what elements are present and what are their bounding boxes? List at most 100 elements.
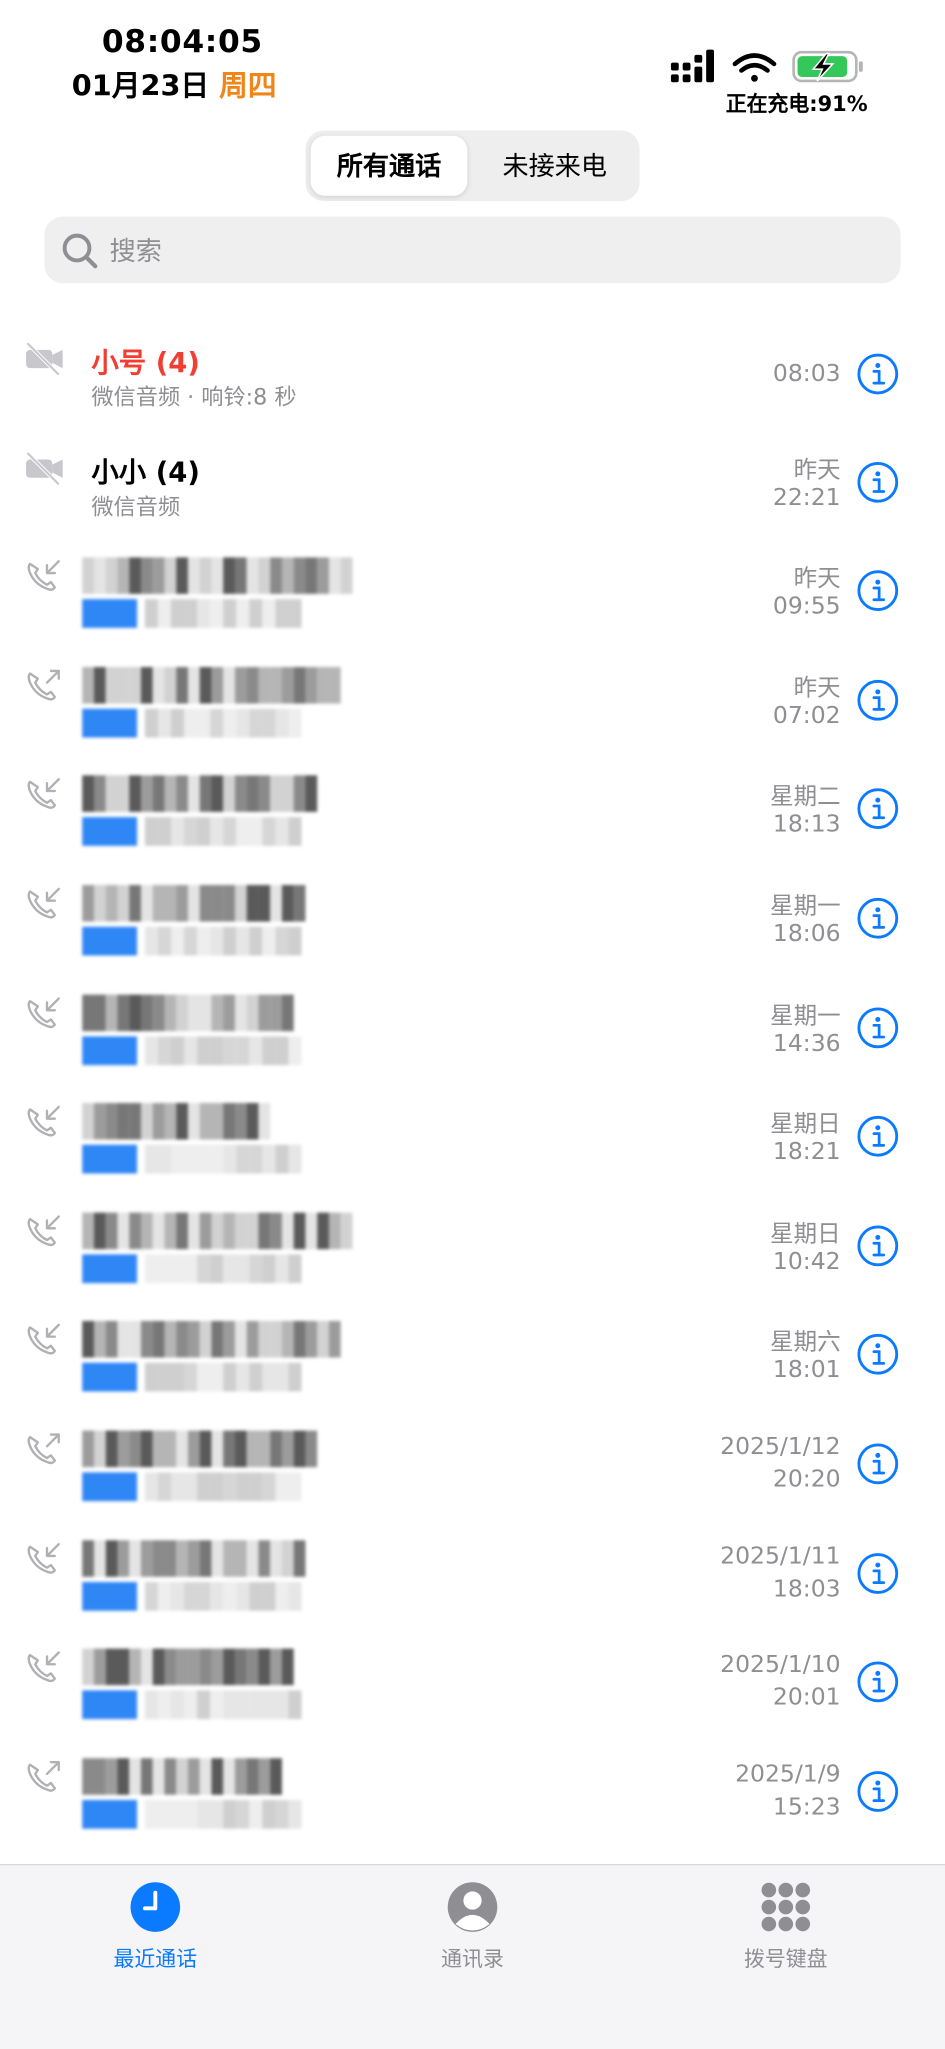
redacted-call-details [82, 708, 302, 738]
redacted-call-details [82, 1690, 302, 1720]
call-row[interactable]: 星期二 18:13 [0, 765, 945, 873]
call-date: 2025/1/9 [735, 1760, 841, 1788]
info-icon[interactable] [856, 1333, 899, 1376]
charging-status: 正在充电:91% [725, 91, 868, 117]
redacted-call-details [82, 1799, 302, 1829]
redacted-call-details [82, 1254, 302, 1283]
call-row[interactable]: 星期一 18:06 [0, 875, 945, 983]
info-icon[interactable] [856, 1770, 899, 1813]
redacted-call-details [82, 1363, 302, 1392]
call-date: 昨天 [793, 565, 841, 593]
call-date: 星期日 [770, 1220, 841, 1248]
redacted-contact-name [82, 557, 353, 595]
redacted-contact-name [82, 1212, 353, 1249]
incoming-call-icon [23, 1649, 65, 1686]
search-input[interactable] [109, 216, 867, 284]
call-row[interactable]: 星期日 18:21 [0, 1093, 945, 1201]
call-subtitle: 微信音频 [91, 494, 181, 521]
call-row[interactable]: 2025/1/11 18:03 [0, 1529, 945, 1637]
call-date: 星期二 [770, 783, 841, 812]
tab-keypad-label: 拨号键盘 [744, 1946, 828, 1972]
call-date: 2025/1/10 [720, 1651, 841, 1679]
wifi-icon [732, 53, 777, 82]
incoming-call-icon [23, 1321, 65, 1358]
call-date: 星期日 [770, 1111, 841, 1139]
call-row[interactable]: 2025/1/12 20:20 [0, 1420, 945, 1528]
call-contact-name: 小号 (4) [91, 347, 200, 379]
call-row[interactable]: 2025/1/10 20:01 [0, 1638, 945, 1746]
call-filter-segmented-control: 所有通话 未接来电 [305, 130, 640, 202]
call-time: 07:02 [772, 701, 841, 730]
status-date-text: 01月23日 [71, 70, 210, 104]
call-time: 18:21 [772, 1138, 841, 1166]
call-time: 22:21 [772, 483, 841, 512]
call-row[interactable]: 昨天 09:55 [0, 547, 945, 655]
redacted-contact-name [82, 1321, 341, 1359]
phone-screen: 08:04:05 01月23日 周四 正在充电:91% 所有通话 未接来电 搜索… [0, 0, 945, 2049]
call-row[interactable]: 星期日 10:42 [0, 1202, 945, 1310]
tab-keypad[interactable]: 拨号键盘 [681, 1865, 890, 1996]
call-row[interactable]: 2025/1/9 15:23 [0, 1748, 945, 1856]
tab-contacts-label: 通讯录 [441, 1946, 504, 1972]
call-row[interactable]: 小小 (4) 微信音频 昨天 22:21 [0, 438, 945, 546]
incoming-call-icon [23, 994, 65, 1031]
call-date: 星期一 [770, 892, 841, 921]
redacted-call-details [82, 1472, 302, 1502]
info-icon[interactable] [856, 1115, 899, 1158]
call-time: 10:42 [772, 1247, 841, 1276]
redacted-contact-name [82, 884, 306, 922]
call-row[interactable]: 小号 (4) 微信音频 · 响铃:8 秒 08:03 [0, 329, 945, 437]
search-bar[interactable] [44, 216, 901, 284]
tab-contacts[interactable]: 通讯录 [368, 1865, 577, 1996]
video-off-icon [23, 339, 65, 377]
redacted-call-details [82, 599, 302, 629]
incoming-call-icon [23, 1212, 65, 1249]
call-date: 星期一 [770, 1001, 841, 1030]
info-icon[interactable] [856, 788, 899, 831]
tab-recents[interactable]: 最近通话 [51, 1865, 260, 1996]
incoming-call-icon [23, 885, 65, 922]
segment-all-calls[interactable]: 所有通话 [310, 135, 468, 196]
video-off-icon [23, 448, 65, 486]
incoming-call-icon [23, 776, 65, 813]
tab-recents-label: 最近通话 [113, 1946, 198, 1972]
info-icon[interactable] [856, 569, 899, 612]
incoming-call-icon [23, 558, 65, 595]
battery-charging-icon [792, 50, 863, 83]
call-time: 09:55 [772, 592, 841, 621]
info-icon[interactable] [856, 460, 899, 503]
info-icon[interactable] [856, 1551, 899, 1594]
status-time: 08:04:05 [101, 23, 263, 61]
redacted-contact-name [82, 994, 294, 1031]
outgoing-call-icon [23, 667, 65, 704]
info-icon[interactable] [856, 1442, 899, 1485]
call-time: 15:23 [772, 1793, 841, 1821]
call-contact-name: 小小 (4) [91, 456, 200, 488]
call-row[interactable]: 星期一 14:36 [0, 984, 945, 1092]
info-icon[interactable] [856, 897, 899, 940]
call-date: 星期六 [770, 1329, 841, 1357]
outgoing-call-icon [23, 1431, 65, 1468]
call-row[interactable]: 星期六 18:01 [0, 1311, 945, 1419]
redacted-contact-name [82, 1430, 318, 1468]
redacted-contact-name [82, 1757, 282, 1795]
keypad-icon [761, 1882, 811, 1932]
outgoing-call-icon [23, 1758, 65, 1795]
info-icon[interactable] [856, 678, 899, 721]
redacted-contact-name [82, 666, 341, 704]
call-row[interactable]: 昨天 07:02 [0, 656, 945, 764]
call-time: 08:03 [772, 360, 841, 388]
segment-missed-calls[interactable]: 未接来电 [475, 136, 634, 196]
call-time: 18:06 [772, 920, 841, 948]
redacted-call-details [82, 926, 302, 956]
info-icon[interactable] [856, 1661, 899, 1704]
search-icon [62, 233, 98, 269]
info-icon[interactable] [856, 1006, 899, 1049]
redacted-call-details [82, 1035, 302, 1065]
tab-bar: 最近通话 通讯录 拨号键盘 [0, 1863, 945, 2049]
info-icon[interactable] [856, 1224, 899, 1267]
redacted-call-details [82, 1581, 302, 1611]
status-date: 01月23日 周四 [72, 63, 277, 105]
redacted-call-details [82, 817, 302, 847]
info-icon[interactable] [856, 352, 899, 395]
